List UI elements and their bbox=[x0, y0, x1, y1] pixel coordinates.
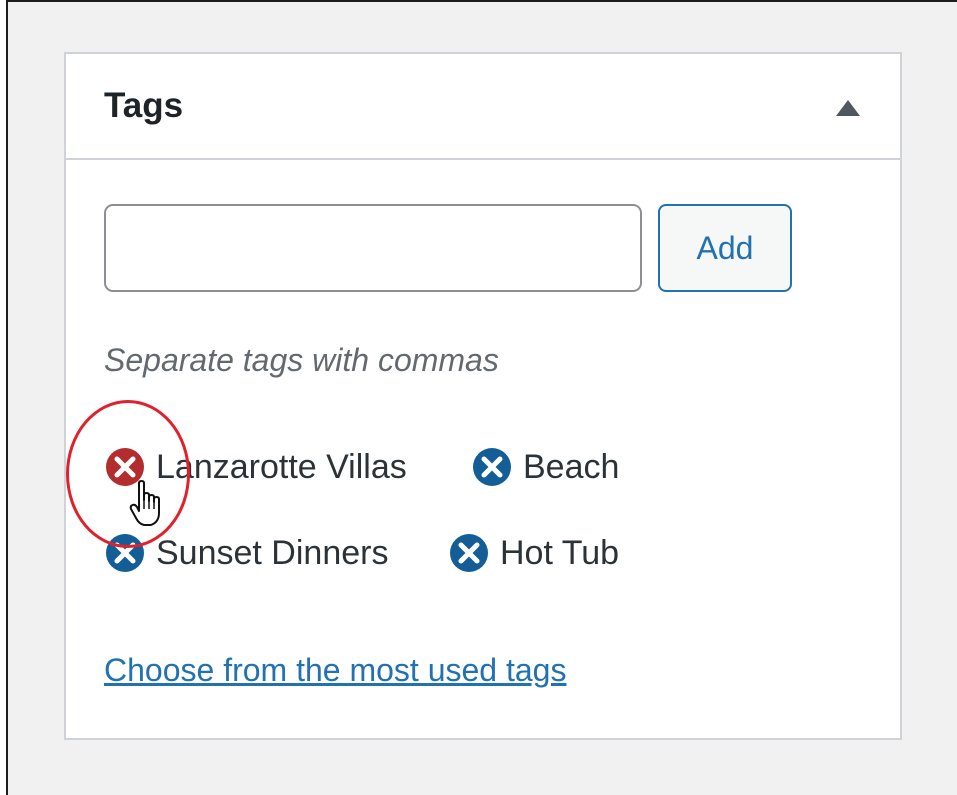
tag-item: Sunset Dinners bbox=[104, 532, 388, 574]
remove-circle-icon bbox=[473, 448, 511, 486]
triangle-up-icon bbox=[836, 100, 860, 116]
remove-tag-button[interactable] bbox=[104, 446, 146, 488]
most-used-tags-link[interactable]: Choose from the most used tags bbox=[104, 652, 566, 689]
tag-label: Lanzarotte Villas bbox=[156, 447, 407, 486]
tag-hint-text: Separate tags with commas bbox=[104, 342, 499, 378]
tag-item: Beach bbox=[471, 446, 619, 488]
collapse-toggle-button[interactable] bbox=[834, 98, 862, 118]
remove-circle-icon bbox=[450, 534, 488, 572]
add-tag-button[interactable]: Add bbox=[658, 204, 792, 292]
tag-label: Beach bbox=[523, 447, 620, 486]
remove-tag-button[interactable] bbox=[104, 532, 146, 574]
remove-tag-button[interactable] bbox=[448, 532, 490, 574]
new-tag-input[interactable] bbox=[104, 204, 642, 292]
tag-item: Lanzarotte Villas bbox=[104, 446, 407, 488]
remove-circle-icon bbox=[106, 448, 144, 486]
tag-label: Hot Tub bbox=[500, 533, 620, 572]
metabox-header: Tags bbox=[66, 54, 900, 160]
metabox-title: Tags bbox=[104, 86, 184, 125]
remove-circle-icon bbox=[106, 534, 144, 572]
tags-metabox: Tags Add Separate tags with commas Lanza… bbox=[64, 52, 902, 740]
tag-label: Sunset Dinners bbox=[156, 533, 389, 572]
remove-tag-button[interactable] bbox=[471, 446, 513, 488]
tag-item: Hot Tub bbox=[448, 532, 619, 574]
